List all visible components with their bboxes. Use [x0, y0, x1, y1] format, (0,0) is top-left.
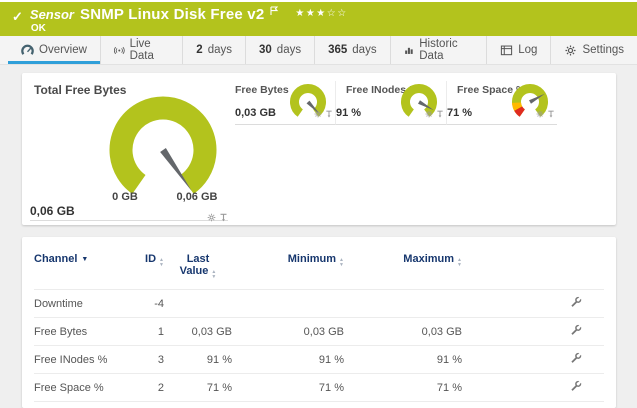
total-free-bytes-gauge	[88, 93, 238, 197]
mini-gauge-value: 0,03 GB	[235, 107, 276, 119]
main-gauge-value: 0,06 GB	[30, 204, 75, 218]
pin-primary-channel-icon[interactable]	[436, 105, 444, 123]
channel-name[interactable]: Free Bytes	[34, 318, 130, 346]
channel-id: 0	[130, 402, 164, 408]
channel-name[interactable]: Downtime	[34, 290, 130, 318]
channel-name[interactable]: Free INodes %	[34, 346, 130, 374]
channel-settings-wrench-icon[interactable]	[570, 352, 582, 367]
pin-primary-channel-icon[interactable]	[325, 105, 333, 123]
channel-last-value: 0,06 GB	[164, 402, 232, 408]
sort-icon: ▲▼	[457, 258, 462, 267]
channel-id: 2	[130, 374, 164, 402]
channel-settings-gear-icon[interactable]	[207, 209, 216, 227]
channel-row[interactable]: Free Bytes 1 0,03 GB 0,03 GB 0,03 GB	[34, 318, 604, 346]
channel-row[interactable]: Downtime -4	[34, 290, 604, 318]
channel-settings-gear-icon[interactable]	[536, 105, 544, 123]
channel-settings-wrench-icon[interactable]	[570, 324, 582, 339]
object-kind-label: Sensor	[30, 7, 74, 22]
channel-maximum	[344, 290, 462, 318]
channels-table: Channel▼ ID▲▼ Last Value▲▼ Minimum▲▼ Max…	[34, 253, 604, 408]
channel-minimum: 71 %	[232, 374, 344, 402]
channel-minimum: 0,03 GB	[232, 318, 344, 346]
tab-bar: Overview Live Data 2 days 30 days 365 da…	[0, 36, 637, 65]
channel-id: -4	[130, 290, 164, 318]
sensor-title: SNMP Linux Disk Free v2	[80, 6, 264, 23]
status-ok-check-icon: ✓	[12, 9, 23, 25]
tab-365-days[interactable]: 365 days	[314, 36, 389, 64]
sort-icon: ▲▼	[159, 258, 164, 267]
column-header-id[interactable]: ID▲▼	[130, 253, 164, 290]
channel-id: 3	[130, 346, 164, 374]
overview-content: Total Free Bytes 0 GB 0,06 GB 0,06 GB Fr…	[0, 65, 637, 408]
channel-maximum: 0,03 GB	[344, 318, 462, 346]
channel-name[interactable]: Free Space %	[34, 374, 130, 402]
column-header-maximum[interactable]: Maximum▲▼	[344, 253, 462, 290]
channel-maximum: 91 %	[344, 346, 462, 374]
channel-settings-wrench-icon[interactable]	[570, 380, 582, 395]
gauge-min-label: 0 GB	[105, 191, 145, 203]
sort-icon: ▲▼	[339, 258, 344, 267]
mini-gauge-value: 71 %	[447, 107, 472, 119]
chart-icon	[404, 44, 415, 57]
priority-stars[interactable]: ★★★☆☆	[295, 8, 347, 19]
pin-primary-channel-icon[interactable]	[547, 105, 555, 123]
channel-settings-gear-icon[interactable]	[425, 105, 433, 123]
channel-last-value	[164, 290, 232, 318]
tab-settings[interactable]: Settings	[550, 36, 637, 64]
channel-minimum: 0,06 GB	[232, 402, 344, 408]
channel-maximum: 0,06 GB	[344, 402, 462, 408]
tab-2-days[interactable]: 2 days	[182, 36, 245, 64]
channel-last-value: 71 %	[164, 374, 232, 402]
channel-row[interactable]: Free INodes % 3 91 % 91 % 91 %	[34, 346, 604, 374]
tab-live-data[interactable]: Live Data	[100, 36, 182, 64]
divider	[30, 220, 228, 221]
sensor-status-badge: OK	[31, 23, 348, 34]
channel-row[interactable]: Free Space % 2 71 % 71 % 71 %	[34, 374, 604, 402]
channel-id: 1	[130, 318, 164, 346]
channels-panel: Channel▼ ID▲▼ Last Value▲▼ Minimum▲▼ Max…	[22, 237, 616, 408]
mini-gauge-free-bytes: Free Bytes 0,03 GB	[235, 81, 335, 125]
gauge-icon	[21, 44, 34, 57]
channel-last-value: 0,03 GB	[164, 318, 232, 346]
column-header-minimum[interactable]: Minimum▲▼	[232, 253, 344, 290]
column-header-channel[interactable]: Channel▼	[34, 253, 130, 290]
channel-maximum: 71 %	[344, 374, 462, 402]
gauge-max-label: 0,06 GB	[171, 191, 223, 203]
tab-log[interactable]: Log	[486, 36, 550, 64]
channel-last-value: 91 %	[164, 346, 232, 374]
mini-gauges-row: Free Bytes 0,03 GB Free INodes % 91 % Fr…	[235, 81, 557, 125]
tab-30-days[interactable]: 30 days	[245, 36, 314, 64]
flag-icon	[270, 3, 279, 21]
channel-minimum	[232, 290, 344, 318]
channel-settings-gear-icon[interactable]	[314, 105, 322, 123]
live-icon	[114, 44, 125, 57]
channel-minimum: 91 %	[232, 346, 344, 374]
mini-gauge-free-space: Free Space % 71 %	[446, 81, 557, 125]
mini-gauge-value: 91 %	[336, 107, 361, 119]
sort-icon: ▲▼	[211, 270, 216, 279]
mini-gauge-free-inodes: Free INodes % 91 %	[335, 81, 446, 125]
channel-settings-wrench-icon[interactable]	[570, 296, 582, 311]
column-header-last-value[interactable]: Last Value▲▼	[164, 253, 232, 290]
gauges-panel: Total Free Bytes 0 GB 0,06 GB 0,06 GB Fr…	[22, 73, 616, 225]
tab-historic-data[interactable]: Historic Data	[390, 36, 487, 64]
tab-overview[interactable]: Overview	[8, 36, 100, 64]
channel-name[interactable]: Total Free Bytes	[34, 402, 130, 408]
log-icon	[500, 44, 513, 57]
sort-desc-icon: ▼	[81, 256, 88, 263]
channel-row[interactable]: Total Free Bytes 0 0,06 GB 0,06 GB 0,06 …	[34, 402, 604, 408]
gear-icon	[564, 44, 577, 57]
sensor-header: ✓ Sensor SNMP Linux Disk Free v2 ★★★☆☆ O…	[0, 0, 637, 36]
pin-primary-channel-icon[interactable]	[219, 209, 228, 227]
